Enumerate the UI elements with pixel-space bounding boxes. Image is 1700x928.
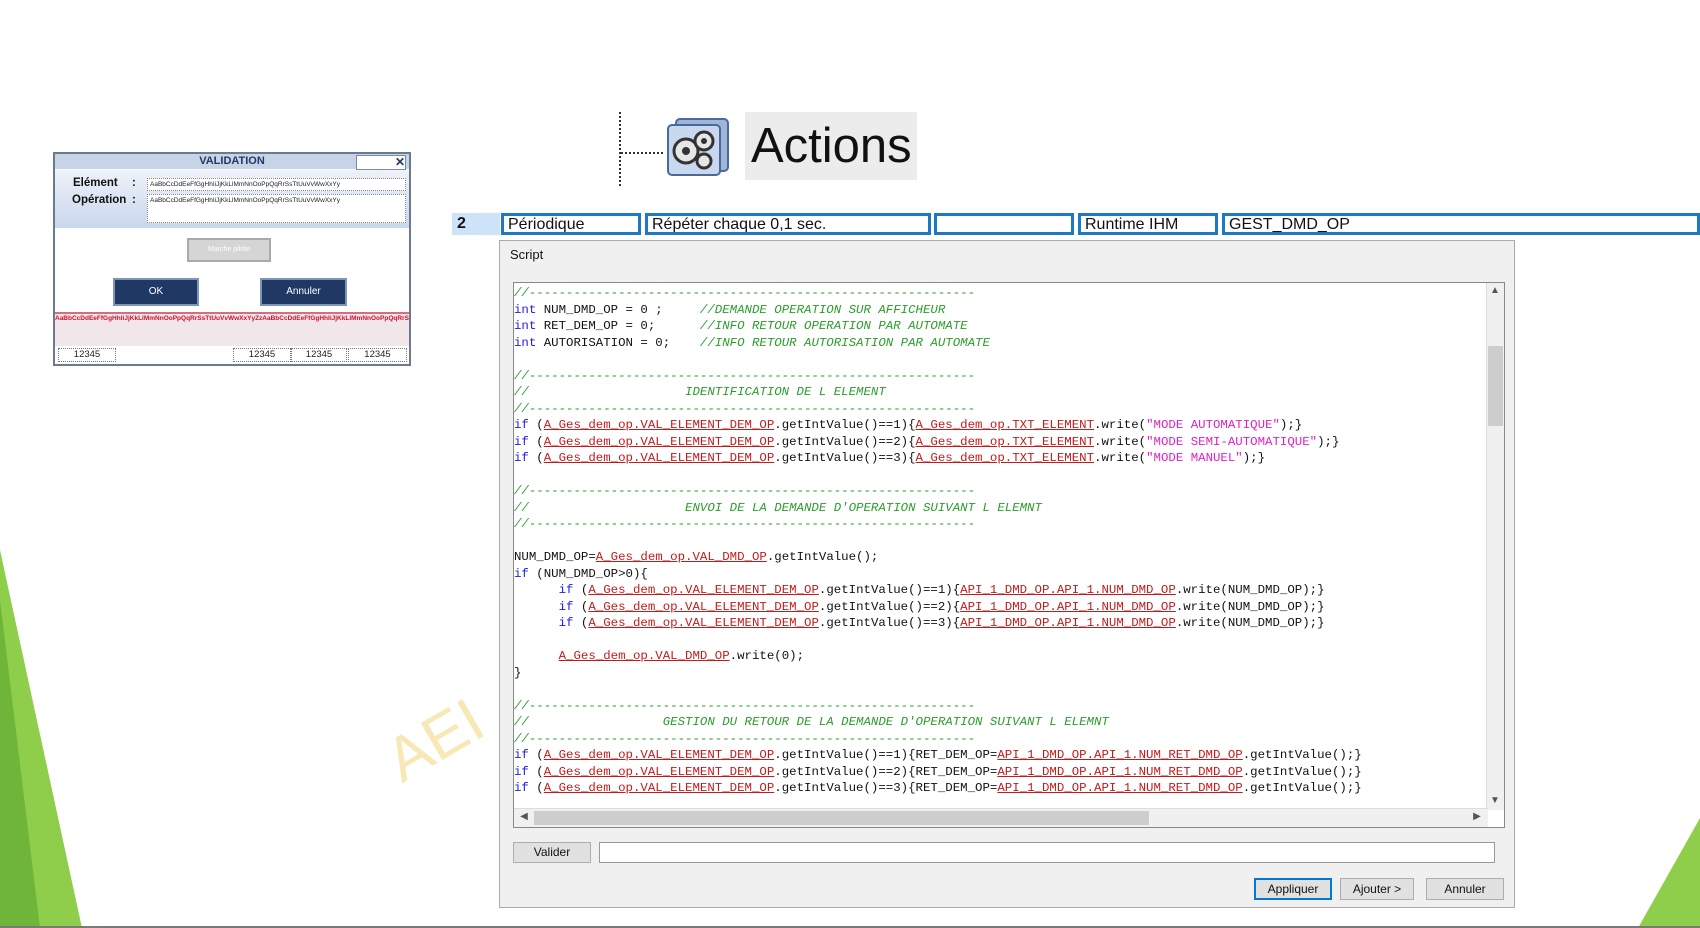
code-line: if (A_Ges_dem_op.VAL_ELEMENT_DEM_OP.getI…	[514, 781, 1362, 795]
status-message: AaBbCcDdEeFfGgHhIiJjKkLlMmNnOoPpQqRrSsTt…	[55, 312, 409, 346]
code-editor[interactable]: //--------------------------------------…	[513, 282, 1505, 828]
scroll-down-icon[interactable]: ▼	[1487, 794, 1503, 810]
ok-button[interactable]: OK	[113, 278, 199, 306]
row-type-cell[interactable]: Périodique	[501, 213, 641, 235]
horizontal-scroll-thumb[interactable]	[534, 811, 1149, 825]
code-line: //--------------------------------------…	[514, 517, 976, 531]
cancel-button[interactable]: Annuler	[260, 278, 347, 306]
code-line: if (A_Ges_dem_op.VAL_ELEMENT_DEM_OP.getI…	[558, 616, 1325, 630]
code-line: //--------------------------------------…	[514, 368, 976, 383]
code-line: // ENVOI DE LA DEMANDE D'OPERATION SUIVA…	[514, 500, 1042, 515]
code-line: int AUTORISATION = 0; //INFO RETOUR AUTO…	[514, 335, 990, 350]
code-line: //--------------------------------------…	[514, 401, 976, 416]
scroll-left-icon[interactable]: ◀	[516, 810, 532, 826]
gears-icon	[667, 118, 729, 176]
code-line: if (A_Ges_dem_op.VAL_ELEMENT_DEM_OP.getI…	[514, 748, 1362, 762]
apply-button[interactable]: Appliquer	[1254, 878, 1332, 900]
validation-dialog: VALIDATION ✕ Elément : Opération : AaBbC…	[53, 152, 411, 366]
status-field-3: 12345	[291, 348, 347, 362]
decor-green-triangle-left-dark	[0, 600, 40, 928]
status-field-2: 12345	[233, 348, 291, 362]
row-empty-cell[interactable]	[934, 213, 1074, 235]
cancel-script-button[interactable]: Annuler	[1426, 878, 1504, 900]
code-line: if (NUM_DMD_OP>0){	[514, 566, 648, 581]
tree-connector-horizontal	[621, 152, 663, 154]
scroll-right-icon[interactable]: ▶	[1469, 810, 1485, 826]
scroll-up-icon[interactable]: ▲	[1487, 284, 1503, 300]
element-colon: :	[132, 177, 136, 189]
code-line: int NUM_DMD_OP = 0 ; //DEMANDE OPERATION…	[514, 302, 946, 317]
code-line: //--------------------------------------…	[514, 286, 976, 300]
vertical-scrollbar[interactable]: ▲ ▼	[1486, 283, 1504, 810]
code-line: if (A_Ges_dem_op.VAL_ELEMENT_DEM_OP.getI…	[558, 583, 1325, 597]
pilot-button[interactable]: Marche pilote	[187, 238, 271, 262]
row-name-cell[interactable]: GEST_DMD_OP	[1222, 213, 1700, 235]
status-field-1: 12345	[58, 348, 116, 362]
row-repeat-cell[interactable]: Répéter chaque 0,1 sec.	[645, 213, 931, 235]
code-line: }	[514, 665, 522, 680]
row-target-cell[interactable]: Runtime IHM	[1078, 213, 1218, 235]
code-line: //--------------------------------------…	[514, 484, 976, 498]
actions-label[interactable]: Actions	[745, 112, 917, 180]
operation-label: Opération	[72, 194, 127, 206]
code-line: if (A_Ges_dem_op.VAL_ELEMENT_DEM_OP.getI…	[514, 451, 1266, 465]
watermark: AEI	[374, 685, 496, 796]
element-value: AaBbCcDdEeFfGgHhIiJjKkLlMmNnOoPpQqRrSsTt…	[147, 178, 406, 191]
decor-green-triangle-right	[1638, 818, 1700, 928]
code-line: // GESTION DU RETOUR DE LA DEMANDE D'OPE…	[514, 715, 1109, 729]
code-line: //--------------------------------------…	[514, 731, 976, 746]
code-line: if (A_Ges_dem_op.VAL_ELEMENT_DEM_OP.getI…	[514, 764, 1362, 779]
operation-value: AaBbCcDdEeFfGgHhIiJjKkLlMmNnOoPpQqRrSsTt…	[147, 194, 406, 223]
status-field-4: 12345	[348, 348, 407, 362]
code-text[interactable]: //--------------------------------------…	[514, 285, 1482, 805]
add-button[interactable]: Ajouter >	[1340, 878, 1414, 900]
tree-connector-vertical	[619, 112, 621, 186]
script-dialog: Script //-------------------------------…	[499, 240, 1515, 908]
validate-button[interactable]: Valider	[513, 842, 591, 863]
code-line: NUM_DMD_OP=A_Ges_dem_op.VAL_DMD_OP.getIn…	[514, 550, 879, 564]
code-line: if (A_Ges_dem_op.VAL_ELEMENT_DEM_OP.getI…	[514, 434, 1340, 449]
code-line: if (A_Ges_dem_op.VAL_ELEMENT_DEM_OP.getI…	[514, 418, 1303, 432]
row-number: 2	[452, 213, 500, 235]
close-icon[interactable]: ✕	[356, 155, 406, 170]
code-line: int RET_DEM_OP = 0; //INFO RETOUR OPERAT…	[514, 319, 968, 333]
code-line: // IDENTIFICATION DE L ELEMENT	[514, 385, 886, 399]
vertical-scroll-thumb[interactable]	[1488, 346, 1503, 426]
code-line: if (A_Ges_dem_op.VAL_ELEMENT_DEM_OP.getI…	[558, 599, 1325, 614]
script-status-input[interactable]	[599, 842, 1495, 863]
script-title: Script	[510, 247, 544, 262]
horizontal-scrollbar[interactable]: ◀ ▶	[514, 808, 1488, 827]
code-line: //--------------------------------------…	[514, 698, 976, 713]
code-line: A_Ges_dem_op.VAL_DMD_OP.write(0);	[558, 649, 805, 663]
operation-colon: :	[132, 194, 136, 206]
element-label: Elément	[73, 177, 118, 189]
